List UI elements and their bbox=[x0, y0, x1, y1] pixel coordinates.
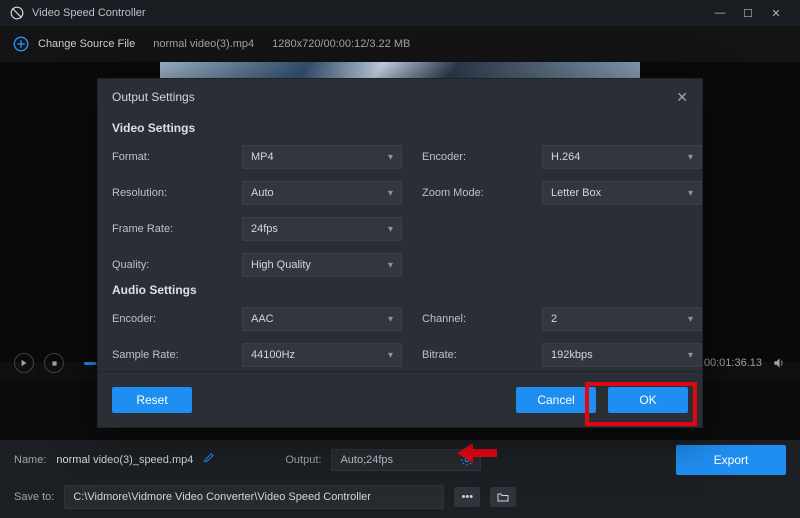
audio-encoder-label: Encoder: bbox=[112, 313, 222, 325]
play-icon bbox=[20, 359, 28, 367]
saveto-value: C:\Vidmore\Vidmore Video Converter\Video… bbox=[73, 491, 435, 503]
toolbar: Change Source File normal video(3).mp4 1… bbox=[0, 26, 800, 62]
bitrate-label: Bitrate: bbox=[422, 349, 522, 361]
reset-button[interactable]: Reset bbox=[112, 387, 192, 413]
volume-icon[interactable] bbox=[772, 356, 786, 370]
samplerate-label: Sample Rate: bbox=[112, 349, 222, 361]
pencil-icon bbox=[203, 453, 215, 465]
framerate-select[interactable]: 24fps bbox=[242, 217, 402, 241]
time-display: 00:01:36.13 bbox=[704, 357, 762, 369]
dialog-header: Output Settings ✕ bbox=[98, 79, 702, 115]
quality-label: Quality: bbox=[112, 259, 222, 271]
app-logo-icon bbox=[10, 6, 24, 20]
cancel-button[interactable]: Cancel bbox=[516, 387, 596, 413]
format-label: Format: bbox=[112, 151, 222, 163]
source-info: 1280x720/00:00:12/3.22 MB bbox=[272, 38, 410, 50]
audio-encoder-select[interactable]: AAC bbox=[242, 307, 402, 331]
format-select[interactable]: MP4 bbox=[242, 145, 402, 169]
ok-button[interactable]: OK bbox=[608, 387, 688, 413]
output-settings-dialog: Output Settings ✕ Video Settings Format:… bbox=[97, 78, 703, 428]
output-settings-button[interactable] bbox=[460, 453, 474, 470]
channel-select[interactable]: 2 bbox=[542, 307, 702, 331]
folder-icon bbox=[497, 492, 509, 502]
samplerate-select[interactable]: 44100Hz bbox=[242, 343, 402, 367]
dialog-close-button[interactable]: ✕ bbox=[676, 89, 688, 106]
saveto-label: Save to: bbox=[14, 491, 54, 503]
footer-bar: Name: normal video(3)_speed.mp4 Output: … bbox=[0, 440, 800, 518]
dialog-title: Output Settings bbox=[112, 90, 195, 104]
title-bar: Video Speed Controller — ☐ ✕ bbox=[0, 0, 800, 26]
edit-name-button[interactable] bbox=[203, 453, 215, 468]
plus-circle-icon bbox=[12, 35, 30, 53]
minimize-button[interactable]: — bbox=[706, 7, 734, 19]
change-source-label: Change Source File bbox=[38, 38, 135, 50]
name-label: Name: bbox=[14, 454, 46, 466]
quality-select[interactable]: High Quality bbox=[242, 253, 402, 277]
gear-icon bbox=[460, 453, 474, 467]
stop-icon bbox=[51, 360, 58, 367]
maximize-button[interactable]: ☐ bbox=[734, 7, 762, 20]
export-button[interactable]: Export bbox=[676, 445, 786, 475]
play-button[interactable] bbox=[14, 353, 34, 373]
audio-settings-heading: Audio Settings bbox=[112, 283, 688, 297]
output-value: Auto;24fps bbox=[340, 454, 393, 466]
saveto-field[interactable]: C:\Vidmore\Vidmore Video Converter\Video… bbox=[64, 485, 444, 509]
source-filename: normal video(3).mp4 bbox=[153, 38, 254, 50]
video-settings-heading: Video Settings bbox=[112, 121, 688, 135]
video-encoder-label: Encoder: bbox=[422, 151, 522, 163]
zoom-label: Zoom Mode: bbox=[422, 187, 522, 199]
resolution-label: Resolution: bbox=[112, 187, 222, 199]
zoom-select[interactable]: Letter Box bbox=[542, 181, 702, 205]
channel-label: Channel: bbox=[422, 313, 522, 325]
video-encoder-select[interactable]: H.264 bbox=[542, 145, 702, 169]
open-folder-button[interactable] bbox=[490, 487, 516, 507]
framerate-label: Frame Rate: bbox=[112, 223, 222, 235]
output-field[interactable]: Auto;24fps bbox=[331, 449, 481, 471]
dialog-footer: Reset Cancel OK bbox=[98, 371, 702, 427]
output-label: Output: bbox=[285, 454, 321, 466]
name-value: normal video(3)_speed.mp4 bbox=[56, 454, 193, 466]
close-window-button[interactable]: ✕ bbox=[762, 7, 790, 20]
bitrate-select[interactable]: 192kbps bbox=[542, 343, 702, 367]
resolution-select[interactable]: Auto bbox=[242, 181, 402, 205]
app-title: Video Speed Controller bbox=[32, 7, 146, 19]
browse-button[interactable]: ••• bbox=[454, 487, 480, 507]
stop-button[interactable] bbox=[44, 353, 64, 373]
change-source-button[interactable]: Change Source File bbox=[12, 35, 135, 53]
